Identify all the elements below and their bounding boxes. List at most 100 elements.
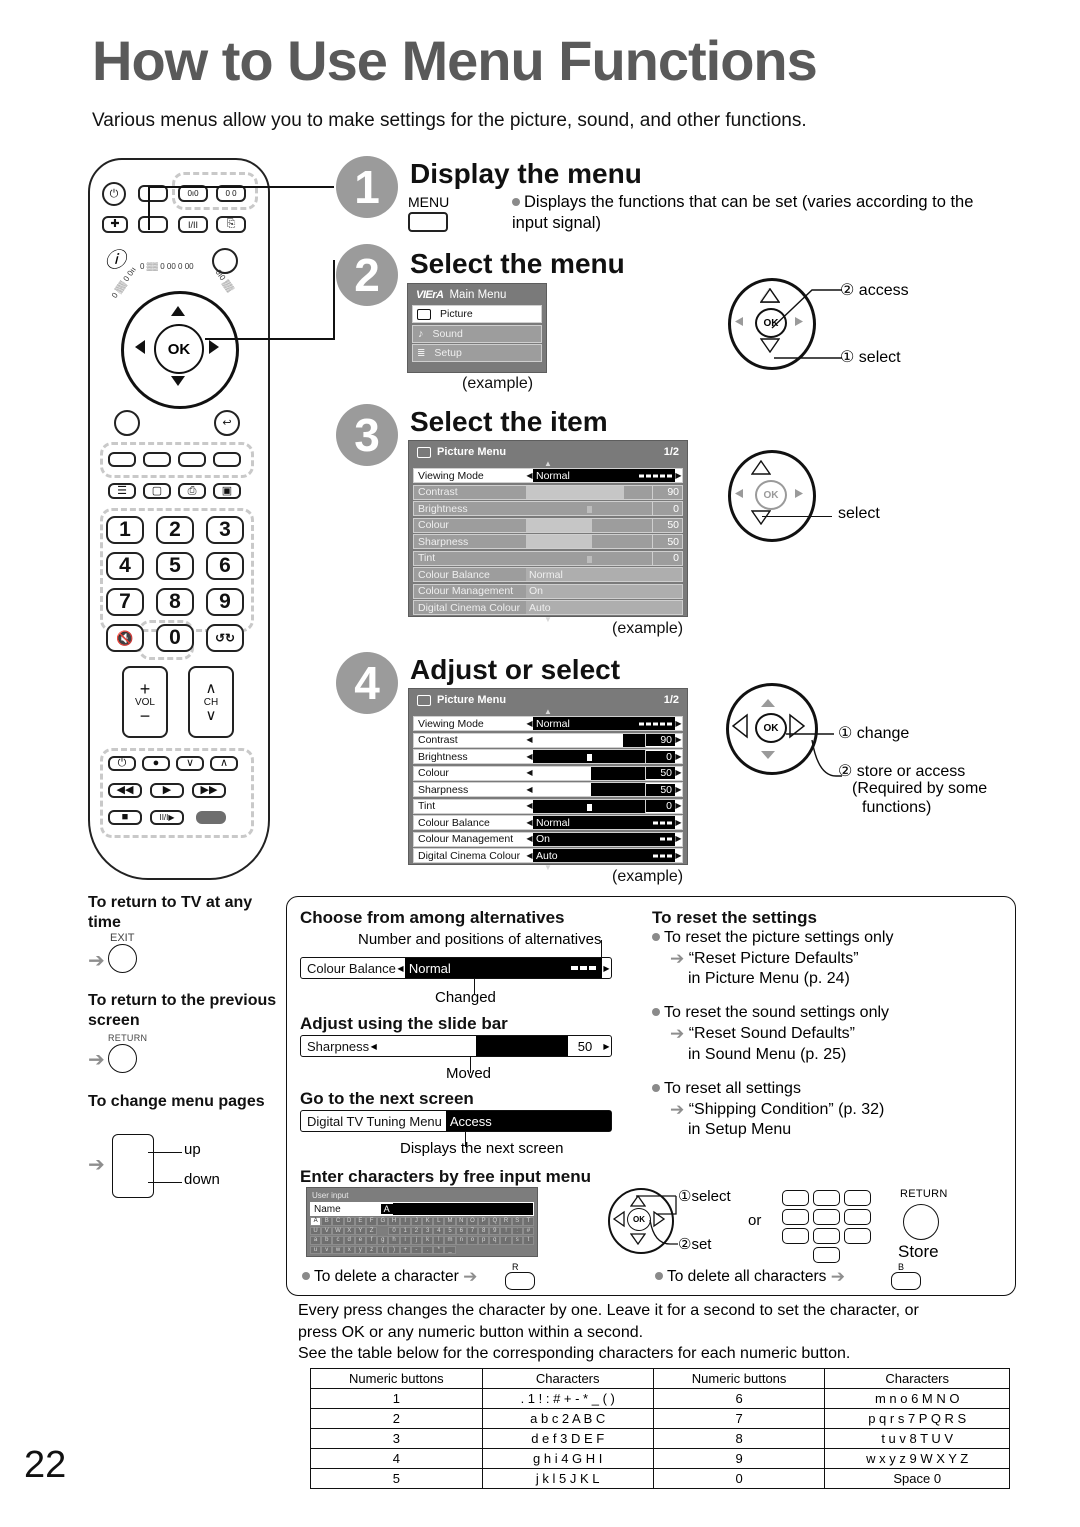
onscreen-keyboard[interactable]: A B C D E F G H I J K L M N O P Q R S T U V W X Y Z 0 1 2 3 4 5 6 7 8 9!: # a…: [310, 1217, 535, 1254]
slider-track[interactable]: [526, 518, 653, 532]
keyboard-key[interactable]: 3: [422, 1226, 434, 1235]
keyboard-key[interactable]: R: [500, 1217, 512, 1226]
keyboard-key[interactable]: P: [478, 1217, 490, 1226]
keyboard-key[interactable]: y: [354, 1245, 367, 1254]
keyboard-key[interactable]: k: [422, 1236, 434, 1245]
keyboard-key[interactable]: 5: [444, 1226, 456, 1235]
subtitle-icon[interactable]: ▢: [143, 483, 171, 499]
delete-one-key-shape[interactable]: [505, 1272, 535, 1290]
remote-btn-grey[interactable]: [196, 811, 226, 824]
keyboard-key[interactable]: v: [321, 1245, 333, 1254]
picture-menu-row[interactable]: Digital Cinema Colour ◀ Auto ▶: [413, 848, 683, 863]
keyboard-key[interactable]: U: [310, 1226, 322, 1235]
remote-key-1[interactable]: 1: [106, 516, 144, 544]
picture-menu-row[interactable]: Colour Management ◀ On ▶: [413, 831, 683, 847]
keyboard-key[interactable]: i: [399, 1236, 411, 1245]
return-icon[interactable]: ↩: [214, 410, 240, 436]
vcr-power-icon[interactable]: ⏻: [108, 756, 136, 771]
keyboard-key[interactable]: :: [511, 1226, 523, 1235]
arrow-right-icon[interactable]: ▶: [675, 471, 682, 480]
numpad-key[interactable]: [813, 1209, 840, 1225]
numpad-key[interactable]: [782, 1209, 809, 1225]
arrow-right-icon[interactable]: ▶: [675, 851, 682, 860]
remote-btn-page[interactable]: ⎘: [216, 216, 246, 233]
remote-key-7[interactable]: 7: [106, 588, 144, 616]
keyboard-key[interactable]: p: [478, 1236, 490, 1245]
volume-button[interactable]: + VOL −: [122, 666, 168, 738]
keyboard-key[interactable]: 6: [455, 1226, 467, 1235]
keyboard-key[interactable]: j: [410, 1236, 423, 1245]
keyboard-key[interactable]: 7: [466, 1226, 479, 1235]
cursor-up-icon[interactable]: [750, 459, 772, 480]
keyboard-key[interactable]: T: [522, 1217, 535, 1226]
keyboard-key[interactable]: Q: [489, 1217, 501, 1226]
main-menu-item-picture[interactable]: Picture: [412, 305, 542, 323]
keyboard-key[interactable]: o: [466, 1236, 479, 1245]
keyboard-key[interactable]: W: [332, 1226, 344, 1235]
keyboard-key[interactable]: .: [422, 1245, 434, 1254]
aspect-icon[interactable]: ✚: [102, 216, 128, 233]
slider-track[interactable]: [533, 783, 646, 796]
numpad-key[interactable]: [844, 1190, 871, 1206]
keyboard-key[interactable]: S: [511, 1217, 523, 1226]
picture-menu-row[interactable]: Colour Management On: [413, 583, 683, 599]
slider-track[interactable]: [526, 535, 653, 548]
arrow-right-icon[interactable]: ▶: [675, 752, 682, 761]
remote-btn-menu[interactable]: [138, 216, 168, 233]
slider-track[interactable]: [526, 551, 653, 565]
arrow-right-icon[interactable]: ▶: [675, 785, 682, 794]
arrow-left-icon[interactable]: ◀: [369, 1042, 378, 1051]
picture-menu-row[interactable]: Viewing Mode ◀ Normal ▶: [413, 468, 683, 483]
text-icon[interactable]: ☰: [108, 483, 136, 499]
keyboard-key[interactable]: w: [332, 1245, 344, 1254]
keyboard-key[interactable]: Y: [354, 1226, 367, 1235]
numpad-key[interactable]: [813, 1228, 840, 1244]
return-button-shape[interactable]: [108, 1044, 137, 1073]
keyboard-key[interactable]: ): [388, 1245, 400, 1254]
keyboard-key[interactable]: z: [366, 1245, 378, 1254]
scroll-up-icon[interactable]: ▲: [413, 460, 683, 468]
menu-page-button-shape[interactable]: [112, 1134, 154, 1198]
cursor-right-icon[interactable]: [794, 486, 804, 504]
keyboard-key[interactable]: G: [377, 1217, 389, 1226]
remote-key-8[interactable]: 8: [156, 588, 194, 616]
keyboard-key[interactable]: #: [522, 1226, 535, 1235]
main-menu-item-sound[interactable]: ♪ Sound: [412, 324, 542, 343]
arrow-right-icon[interactable]: ▶: [675, 719, 682, 728]
keyboard-key[interactable]: V: [321, 1226, 333, 1235]
arrow-right-icon[interactable]: ▶: [675, 736, 682, 744]
keyboard-key[interactable]: A: [310, 1217, 322, 1226]
cursor-left-icon[interactable]: [612, 1210, 625, 1233]
keyboard-key[interactable]: t: [522, 1236, 535, 1245]
keyboard-key[interactable]: +: [399, 1245, 411, 1254]
dpad-ok-button[interactable]: OK: [154, 324, 204, 374]
remote-btn-exit[interactable]: [114, 410, 140, 436]
keyboard-key[interactable]: B: [321, 1217, 333, 1226]
user-input-name-field[interactable]: Name A: [310, 1202, 534, 1216]
cursor-left-icon[interactable]: [731, 713, 748, 744]
dpad-down-icon[interactable]: [171, 376, 185, 386]
numpad-key[interactable]: [844, 1209, 871, 1225]
numpad-key[interactable]: [813, 1190, 840, 1206]
keyboard-key[interactable]: M: [444, 1217, 456, 1226]
menu-button-shape[interactable]: [408, 212, 448, 232]
remote-key-2[interactable]: 2: [156, 516, 194, 544]
input-field-area[interactable]: [392, 1203, 533, 1215]
power-icon[interactable]: ⏻: [102, 182, 126, 206]
keyboard-key[interactable]: D: [343, 1217, 355, 1226]
keyboard-key[interactable]: q: [489, 1236, 501, 1245]
keyboard-key[interactable]: E: [354, 1217, 367, 1226]
keyboard-key[interactable]: C: [332, 1217, 344, 1226]
keyboard-key[interactable]: _: [444, 1245, 456, 1254]
keyboard-key[interactable]: u: [310, 1245, 322, 1254]
keyboard-key[interactable]: -: [410, 1245, 423, 1254]
arrow-right-icon[interactable]: ▶: [602, 1042, 611, 1051]
keyboard-key[interactable]: b: [321, 1236, 333, 1245]
cursor-up-icon[interactable]: [760, 695, 776, 713]
numpad-key[interactable]: [782, 1228, 809, 1244]
picture-menu-row[interactable]: Brightness 0: [413, 501, 683, 516]
picture-menu-row[interactable]: Colour Balance Normal: [413, 567, 683, 582]
arrow-left-icon[interactable]: ◀: [526, 769, 533, 777]
keyboard-key[interactable]: H: [388, 1217, 400, 1226]
arrow-left-icon[interactable]: ◀: [526, 736, 533, 744]
